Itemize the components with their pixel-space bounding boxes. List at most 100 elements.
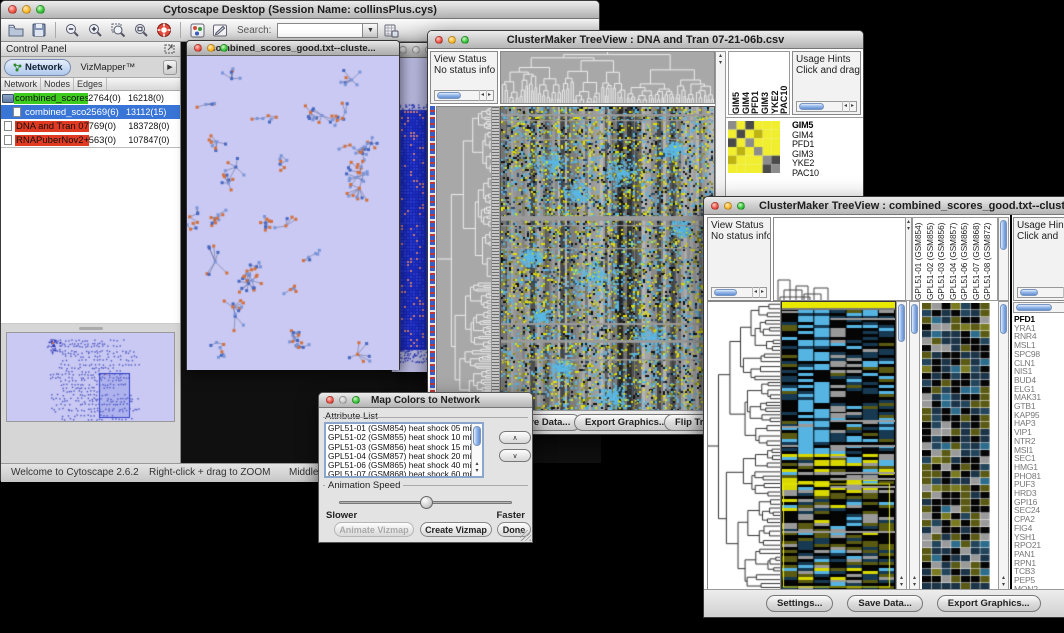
column-gene-label[interactable]: GIM3 [760,52,770,114]
experiment-label[interactable]: GPL51-08 (GSM872) [983,218,995,300]
combined-heatmap[interactable] [781,301,896,591]
experiment-label[interactable]: GPL51-01 (GSM854) [914,218,926,300]
zoom-selected-icon[interactable] [108,21,128,40]
zoom-button[interactable] [352,396,360,404]
tab-overflow-icon[interactable]: ▶ [163,60,177,75]
tab-network[interactable]: Network [4,59,71,76]
minimize-button[interactable] [724,202,732,210]
open-folder-icon[interactable] [6,21,26,40]
view-status-hscrollbar[interactable]: ◂▸ [711,287,767,298]
export-graphics-button[interactable]: Export Graphics... [574,414,678,431]
move-down-button[interactable]: ∨ [499,449,531,462]
window-controls [187,44,228,52]
view-status-hscrollbar[interactable]: ◂▸ [434,90,494,101]
zoom-right-vscrollbar[interactable]: ▴▾ [998,301,1009,591]
move-up-button[interactable]: ∧ [499,431,531,444]
zoom-fit-icon[interactable] [131,21,151,40]
import-table-icon[interactable] [381,21,401,40]
column-gene-label[interactable]: GIM4 [741,52,751,114]
column-header[interactable]: Network [1,78,41,90]
dna-zoom-heatmap[interactable] [728,121,780,173]
treeview-combined-titlebar[interactable]: ClusterMaker TreeView : combined_scores_… [704,197,1064,215]
annotation-icon[interactable] [210,21,230,40]
main-titlebar[interactable]: Cytoscape Desktop (Session Name: collins… [1,1,599,19]
network-list-row[interactable]: RNAPuberNov2+ 563(0) 107847(0) [1,133,180,147]
minimize-button[interactable] [339,396,347,404]
network-list-row[interactable]: DNA and Tran 07 769(0) 183728(0) [1,119,180,133]
column-gene-label[interactable]: PFD1 [750,52,760,114]
dna-row-dendrogram[interactable] [436,106,492,412]
combined-column-dendrogram[interactable] [773,217,906,301]
dna-heatmap[interactable] [500,106,715,412]
combined-zoom-heatmap[interactable] [922,303,990,589]
heatmap-vscrollbar[interactable]: ▴▾ [896,301,907,591]
window-controls [319,396,360,404]
experiment-label[interactable]: GPL51-03 (GSM856) [937,218,949,300]
search-input[interactable] [277,23,363,38]
create-vizmap-button[interactable]: Create Vizmap [420,522,492,537]
resize-grip[interactable] [520,530,531,541]
minimize-button[interactable] [22,5,31,14]
usage-hints-hscrollbar[interactable]: ◂▸ [796,101,857,112]
column-header[interactable]: Edges [74,78,107,90]
column-gene-label[interactable]: GIM5 [731,52,741,114]
close-button[interactable] [399,46,407,54]
dna-column-dendrogram[interactable] [500,51,715,104]
network-name: RNAPuberNov2+ [15,135,89,146]
float-panel-icon[interactable] [164,44,175,54]
attribute-list-vscrollbar[interactable]: ▴▾ [471,424,482,476]
dialog-titlebar[interactable]: Map Colors to Network [319,393,532,408]
network-nodes-count: 769(0) [89,121,129,132]
close-button[interactable] [8,5,17,14]
zoom-button[interactable] [36,5,45,14]
window-controls [1,5,45,14]
search-dropdown-icon[interactable]: ▼ [363,23,378,38]
genelist-hscrollbar[interactable]: ◂▸ [1013,302,1064,313]
attribute-list-item[interactable]: GPL51-07 (GSM868) heat shock 60 min [328,470,482,478]
network-list-row[interactable]: combined_scores_ 2764(0) 16218(0) [1,91,180,105]
column-header[interactable]: Nodes [41,78,74,90]
minimize-button[interactable] [412,46,420,54]
close-button[interactable] [435,36,443,44]
animation-speed-slider[interactable] [339,501,512,504]
close-button[interactable] [194,44,202,52]
zoom-out-icon[interactable] [62,21,82,40]
network-view-canvas[interactable] [187,56,399,370]
panel-divider-handle[interactable] [1,324,180,332]
labels-vscrollbar[interactable] [998,217,1009,301]
zoom-button[interactable] [461,36,469,44]
treeview-action-button[interactable]: Settings... [766,595,833,612]
tab-vizmapper[interactable]: VizMapper™ [73,62,142,73]
animation-speed-label: Animation Speed [325,480,403,491]
experiment-label[interactable]: GPL51-06 (GSM865) [960,218,972,300]
network-titlebar[interactable]: combined_scores_good.txt--cluste... [187,41,399,56]
experiment-label[interactable]: GPL51-02 (GSM855) [926,218,938,300]
treeview-action-button[interactable]: Save Data... [847,595,922,612]
zoom-button[interactable] [220,44,228,52]
experiment-label[interactable]: GPL51-04 (GSM857) [949,218,961,300]
column-gene-label[interactable]: YKE2 [770,52,780,114]
row-gene-label[interactable]: PAC10 [792,169,858,179]
usage-hints-hscrollbar[interactable]: ◂▸ [1017,287,1064,298]
save-icon[interactable] [29,21,49,40]
status-hint-pan: Middle- [289,467,322,478]
help-lifebuoy-icon[interactable] [154,21,174,40]
network-overview-canvas[interactable] [7,333,173,421]
vizmapper-icon[interactable] [187,21,207,40]
treeview-dna-titlebar[interactable]: ClusterMaker TreeView : DNA and Tran 07-… [428,31,863,49]
experiment-label[interactable]: GPL51-07 (GSM868) [972,218,984,300]
slider-thumb[interactable] [420,496,433,509]
close-button[interactable] [326,396,334,404]
treeview-action-button[interactable]: Export Graphics... [937,595,1041,612]
zoom-in-icon[interactable] [85,21,105,40]
combined-row-dendrogram[interactable] [707,301,781,591]
zoom-left-vscrollbar[interactable]: ▴▾ [909,301,920,591]
zoom-button[interactable] [737,202,745,210]
micro-vscrollbar[interactable]: ▴▾ [905,217,912,301]
close-button[interactable] [711,202,719,210]
network-list-row[interactable]: combined_sco 2569(6) 13112(15) [1,105,180,119]
animate-vizmap-button[interactable]: Animate Vizmap [334,522,414,537]
minimize-button[interactable] [448,36,456,44]
minimize-button[interactable] [207,44,215,52]
column-gene-label[interactable]: PAC10 [779,52,789,114]
